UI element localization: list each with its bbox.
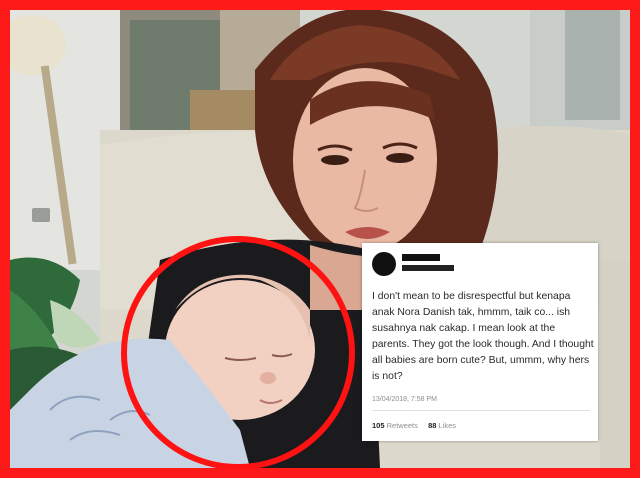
- highlight-circle: [121, 236, 355, 470]
- likes-count: 88: [428, 421, 437, 430]
- redacted-name: [402, 254, 440, 261]
- avatar: [372, 252, 396, 276]
- tweet-text: I don't mean to be disrespectful but ken…: [372, 291, 594, 382]
- tweet-stats: 105 Retweets 88 Likes: [372, 421, 456, 430]
- tweet-timestamp: 13/04/2018, 7:58 PM: [372, 396, 437, 403]
- retweets-count: 105: [372, 421, 385, 430]
- redacted-handle: [402, 265, 454, 271]
- retweets-label: Retweets: [386, 421, 418, 430]
- tweet-card: I don't mean to be disrespectful but ken…: [362, 243, 598, 441]
- likes-label: Likes: [438, 421, 457, 430]
- divider: [372, 410, 590, 411]
